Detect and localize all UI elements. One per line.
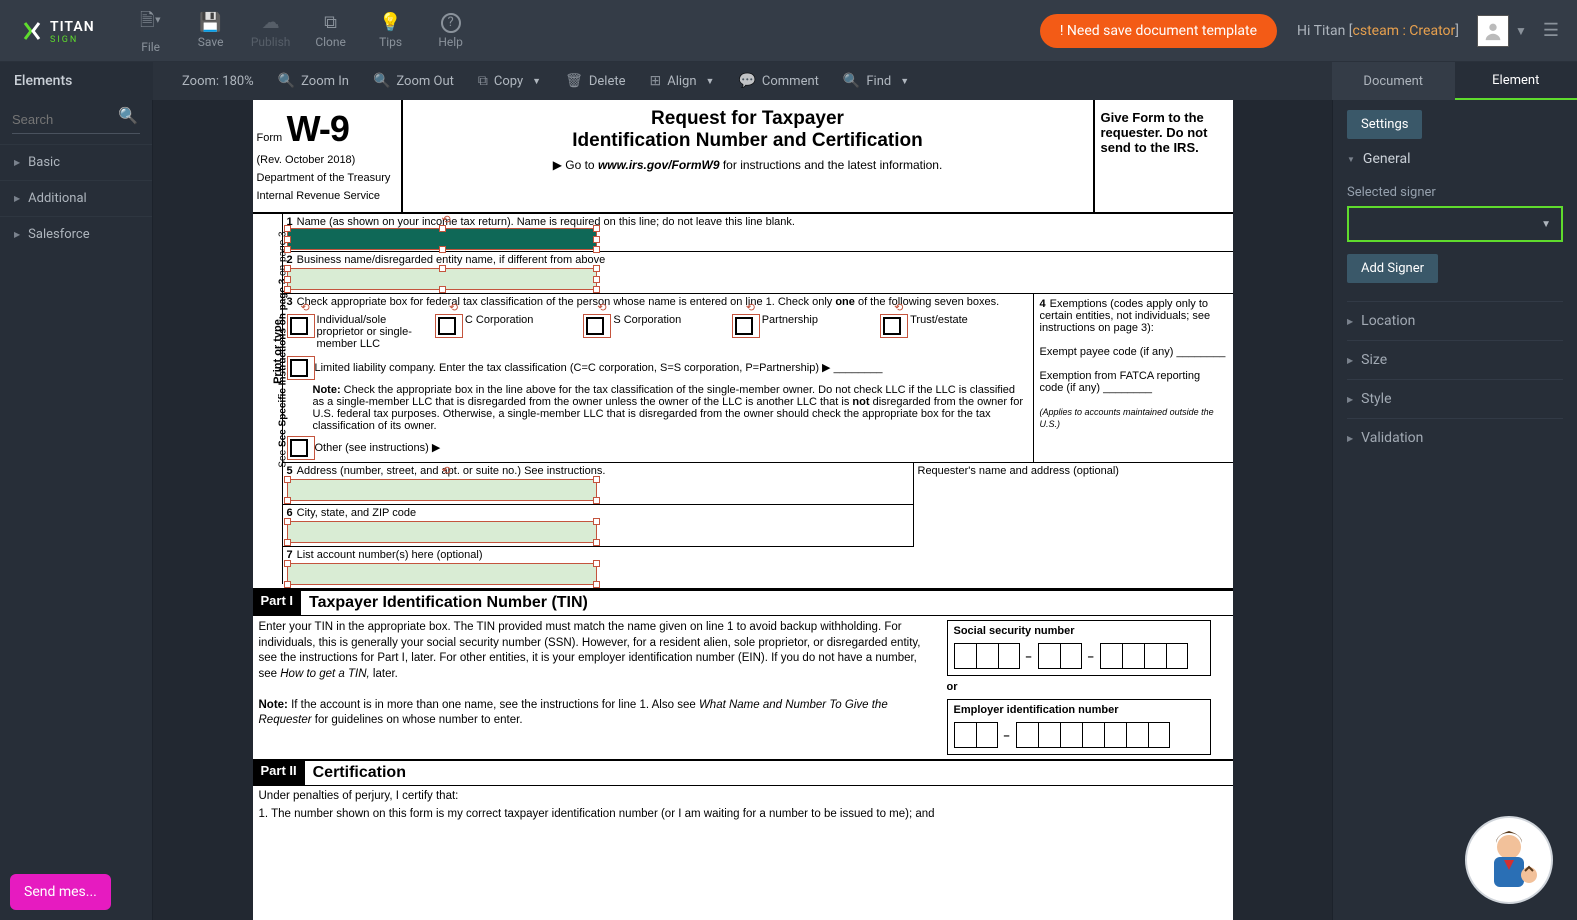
cb-ccorp[interactable]: ⟲: [435, 314, 463, 338]
help-button[interactable]: ?Help: [421, 3, 481, 58]
lightbulb-icon: 💡: [379, 12, 401, 33]
brand-sub: SIGN: [50, 35, 95, 45]
section-size[interactable]: Size: [1347, 340, 1563, 379]
tab-element[interactable]: Element: [1455, 62, 1577, 100]
zoom-in-icon: 🔍: [278, 73, 295, 89]
trash-icon: 🗑: [565, 73, 583, 89]
user-greeting: Hi Titan [csteam : Creator]: [1297, 23, 1459, 39]
section-location[interactable]: Location: [1347, 301, 1563, 340]
elements-panel-title: Elements: [0, 62, 153, 100]
cb-scorp[interactable]: ⟲: [583, 314, 611, 338]
tips-button[interactable]: 💡Tips: [361, 3, 421, 58]
save-icon: 💾: [199, 12, 221, 33]
cb-individual[interactable]: ⟲: [287, 314, 315, 338]
find-button[interactable]: 🔍Find▼: [833, 69, 919, 93]
delete-button[interactable]: 🗑Delete: [555, 69, 635, 93]
section-style[interactable]: Style: [1347, 379, 1563, 418]
section-validation[interactable]: Validation: [1347, 418, 1563, 457]
cb-trust[interactable]: ⟲: [880, 314, 908, 338]
selected-signer-label: Selected signer: [1347, 185, 1563, 200]
zoom-out-icon: 🔍: [373, 73, 390, 89]
brand-logo: TITANSIGN: [10, 16, 105, 45]
save-warning-button[interactable]: ! Need save document template: [1040, 14, 1277, 48]
avatar[interactable]: [1477, 15, 1509, 47]
add-signer-button[interactable]: Add Signer: [1347, 254, 1438, 283]
cloud-upload-icon: ☁: [262, 12, 280, 33]
chevron-down-icon: ▼: [1541, 219, 1551, 230]
tab-document[interactable]: Document: [1332, 62, 1455, 100]
send-message-button[interactable]: Send mes...: [10, 874, 111, 910]
account-field[interactable]: [287, 563, 597, 585]
name-field[interactable]: ⟲: [287, 228, 597, 250]
address-field[interactable]: ⟲: [287, 479, 597, 501]
elements-panel: 🔍 Basic Additional Salesforce: [0, 100, 153, 920]
search-icon: 🔍: [118, 106, 138, 125]
copy-button[interactable]: ⧉Copy▼: [468, 69, 551, 93]
file-icon: 🗎▾: [140, 8, 161, 38]
cb-partnership[interactable]: ⟲: [732, 314, 760, 338]
cb-llc[interactable]: [287, 356, 315, 380]
comment-button[interactable]: 💬Comment: [728, 69, 828, 93]
canvas[interactable]: Form W-9 (Rev. October 2018) Department …: [153, 100, 1332, 920]
section-general[interactable]: General: [1347, 139, 1563, 179]
help-hero-icon[interactable]: [1465, 816, 1553, 904]
clone-button[interactable]: ⧉Clone: [301, 3, 361, 58]
menu-icon[interactable]: ☰: [1543, 20, 1559, 41]
search-icon: 🔍: [843, 73, 860, 89]
brand-name: TITAN: [50, 19, 95, 35]
save-button[interactable]: 💾Save: [181, 3, 241, 58]
clone-icon: ⧉: [324, 12, 337, 33]
help-icon: ?: [441, 13, 461, 33]
city-field[interactable]: [287, 521, 597, 543]
group-additional[interactable]: Additional: [0, 180, 152, 216]
document[interactable]: Form W-9 (Rev. October 2018) Department …: [253, 100, 1233, 920]
align-icon: ⊞: [650, 73, 662, 89]
cb-other[interactable]: [287, 436, 315, 460]
file-menu[interactable]: 🗎▾File: [121, 3, 181, 58]
user-menu-caret[interactable]: ▼: [1515, 24, 1527, 38]
copy-icon: ⧉: [478, 73, 488, 89]
zoom-in-button[interactable]: 🔍Zoom In: [268, 69, 359, 93]
group-basic[interactable]: Basic: [0, 144, 152, 180]
comment-icon: 💬: [738, 73, 755, 89]
signer-dropdown[interactable]: ▼: [1347, 206, 1563, 242]
business-name-field[interactable]: [287, 268, 597, 290]
group-salesforce[interactable]: Salesforce: [0, 216, 152, 252]
align-button[interactable]: ⊞Align▼: [640, 69, 725, 93]
zoom-out-button[interactable]: 🔍Zoom Out: [363, 69, 464, 93]
publish-button: ☁Publish: [241, 3, 301, 58]
settings-button[interactable]: Settings: [1347, 110, 1422, 139]
properties-panel: Settings General Selected signer ▼ Add S…: [1332, 100, 1577, 920]
zoom-display: Zoom: 180%: [172, 70, 264, 93]
